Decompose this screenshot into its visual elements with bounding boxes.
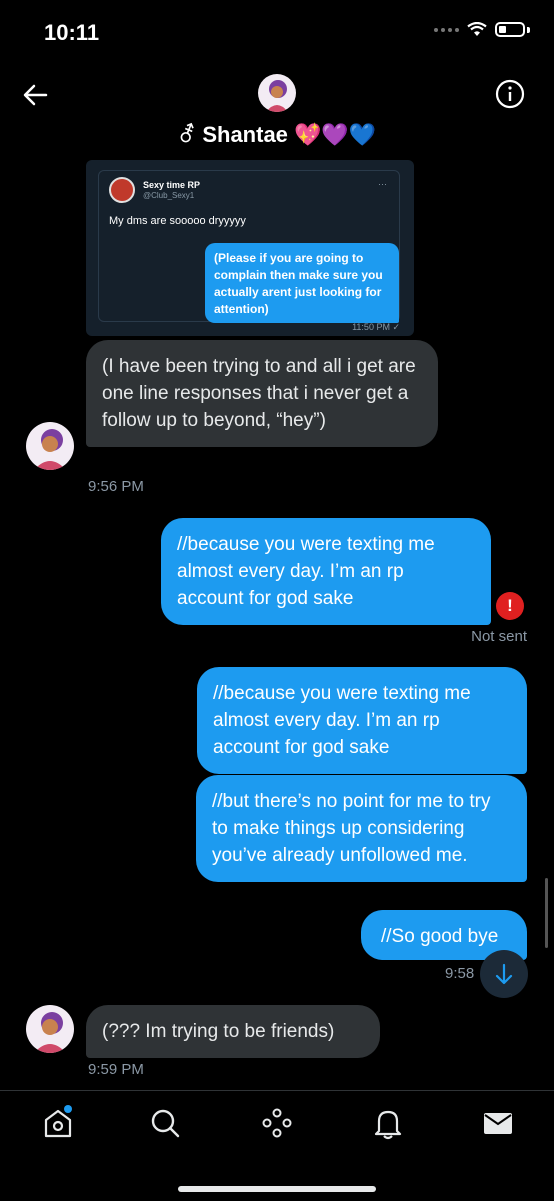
nav-home[interactable] — [40, 1105, 76, 1141]
nav-messages[interactable] — [480, 1105, 516, 1141]
message-timestamp: 9:59 PM — [88, 1061, 144, 1078]
conversation-avatar[interactable] — [258, 74, 296, 112]
battery-icon — [495, 22, 525, 37]
nav-notifications[interactable] — [370, 1105, 406, 1141]
sent-message[interactable]: //but there’s no point for me to try to … — [196, 775, 527, 882]
status-bar: 10:11 — [0, 0, 554, 60]
avatar[interactable] — [26, 1005, 74, 1053]
bell-icon — [374, 1110, 402, 1140]
quoted-name: Sexy time RP — [143, 180, 201, 190]
quoted-handle: @Club_Sexy1 — [143, 191, 195, 200]
status-time: 10:11 — [44, 20, 100, 45]
home-indicator — [178, 1186, 376, 1192]
spaces-icon — [262, 1108, 292, 1138]
sent-message[interactable]: //because you were texting me almost eve… — [161, 518, 491, 625]
back-arrow-icon[interactable] — [20, 80, 50, 110]
quoted-avatar — [109, 177, 135, 203]
signal-icon — [434, 27, 459, 32]
bottom-nav — [0, 1090, 554, 1201]
message-status: Not sent — [471, 628, 527, 645]
avatar[interactable] — [26, 422, 74, 470]
quoted-time: 11:50 PM ✓ — [352, 322, 400, 332]
message-timestamp: 9:56 PM — [88, 478, 144, 495]
status-icons — [434, 22, 530, 37]
info-icon[interactable] — [494, 78, 526, 110]
search-icon — [151, 1109, 180, 1138]
notification-dot — [64, 1105, 72, 1113]
error-icon[interactable]: ! — [496, 592, 524, 620]
sent-message[interactable]: //because you were texting me almost eve… — [197, 667, 527, 774]
nav-spaces[interactable] — [259, 1105, 295, 1141]
mail-icon — [484, 1113, 512, 1134]
attached-screenshot[interactable]: Sexy time RP @Club_Sexy1 ··· My dms are … — [86, 160, 414, 336]
nav-search[interactable] — [147, 1105, 183, 1141]
message-timestamp: 9:58 — [445, 965, 475, 982]
received-message[interactable]: (??? Im trying to be friends) — [86, 1005, 380, 1058]
conversation-name[interactable]: ⚦ Shantae 💖💜💙 — [0, 122, 554, 148]
scrollbar[interactable] — [545, 878, 548, 948]
quoted-reply-bubble: (Please if you are going to complain the… — [205, 243, 399, 323]
quoted-tweet-card: Sexy time RP @Club_Sexy1 ··· My dms are … — [98, 170, 400, 323]
battery-tip — [527, 26, 530, 33]
quoted-text: My dms are sooooo dryyyyy — [109, 215, 246, 227]
arrow-down-icon — [495, 963, 513, 985]
wifi-icon — [467, 22, 487, 36]
scroll-to-bottom-button[interactable] — [480, 950, 528, 998]
more-icon: ··· — [378, 179, 387, 189]
received-message[interactable]: (I have been trying to and all i get are… — [86, 340, 438, 447]
